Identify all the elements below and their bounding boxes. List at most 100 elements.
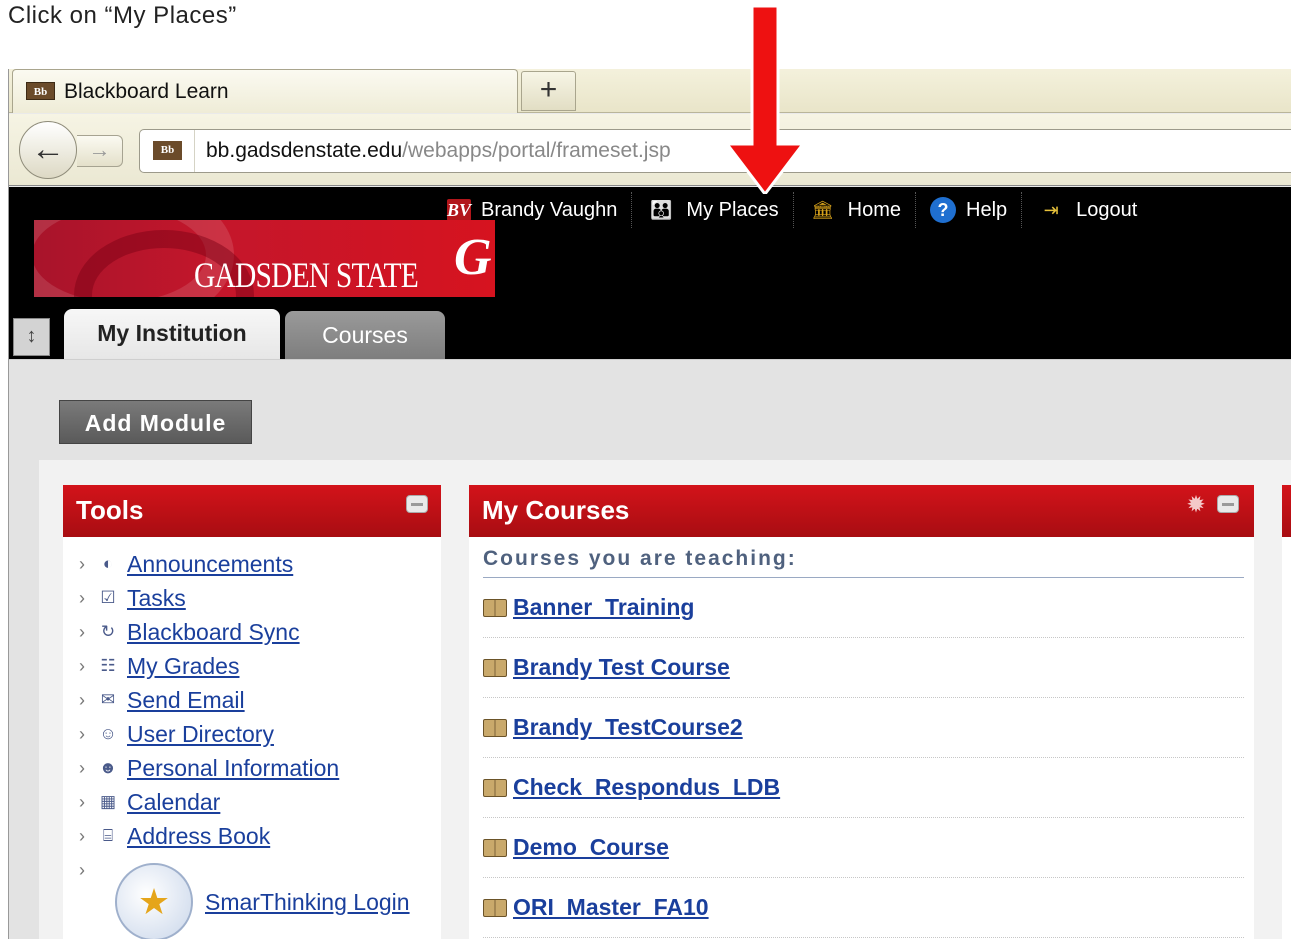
tool-item: › ☻ Personal Information: [79, 751, 441, 785]
course-list: Banner_Training Brandy Test Course Brandy_…: [483, 578, 1244, 938]
home-link[interactable]: 🏛 Home: [794, 192, 917, 228]
site-identity-icon[interactable]: Bb: [153, 141, 182, 160]
address-book-icon: ⌸: [102, 826, 114, 845]
back-forward-group: ← →: [19, 121, 135, 179]
logo-text: GADSDEN STATE: [194, 255, 419, 295]
tool-item: › ☺ User Directory: [79, 717, 441, 751]
tool-item: › ✉ Send Email: [79, 683, 441, 717]
help-link[interactable]: ? Help: [916, 192, 1023, 228]
course-link[interactable]: Demo_Course: [513, 834, 669, 861]
logo-mark-icon: G: [454, 229, 492, 286]
logout-label: Logout: [1076, 198, 1138, 221]
tool-link[interactable]: Send Email: [127, 687, 245, 714]
course-item: Check_Respondus_LDB: [483, 758, 1244, 818]
module-area: Tools › ◐ Announcements › ☑ Tasks › ↻ Blackboard…: [39, 460, 1291, 939]
my-places-icon: 👪: [650, 200, 673, 220]
calendar-icon: ▦: [99, 792, 117, 811]
tab-bar: ↕ My Institution Courses: [9, 309, 1291, 360]
tab-my-institution[interactable]: My Institution: [64, 309, 280, 360]
url-host: bb.gadsdenstate.edu: [206, 139, 403, 162]
tool-item: › ↻ Blackboard Sync: [79, 615, 441, 649]
chevron-right-icon: ›: [79, 655, 85, 676]
chevron-right-icon: ›: [79, 791, 85, 812]
chevron-right-icon: ›: [79, 587, 85, 608]
my-courses-module-header: My Courses ✹: [469, 485, 1254, 537]
browser-tab[interactable]: Bb Blackboard Learn: [12, 69, 518, 113]
smarthinking-badge-icon[interactable]: ★: [115, 863, 193, 939]
book-icon: [483, 598, 507, 617]
tool-link[interactable]: Announcements: [127, 551, 293, 578]
chevron-right-icon: ›: [79, 859, 85, 880]
my-courses-module: My Courses ✹ Courses you are teaching: B…: [469, 485, 1254, 939]
add-module-button[interactable]: Add Module: [59, 400, 252, 444]
course-link[interactable]: Banner_Training: [513, 594, 694, 621]
url-path: /webapps/portal/frameset.jsp: [402, 139, 671, 162]
url-text[interactable]: bb.gadsdenstate.edu/webapps/portal/frame…: [206, 139, 671, 163]
course-link[interactable]: Brandy Test Course: [513, 654, 730, 681]
expand-icon: ↕: [26, 325, 37, 347]
clipboard-icon: ☑: [100, 588, 116, 607]
third-module-header: [1282, 485, 1291, 537]
tool-link[interactable]: Address Book: [127, 823, 270, 850]
my-places-label: My Places: [686, 198, 779, 221]
book-icon: [483, 838, 507, 857]
navigation-bar: ← → Bb bb.gadsdenstate.edu/webapps/porta…: [9, 114, 1291, 186]
forward-arrow-icon: →: [88, 137, 111, 162]
chevron-right-icon: ›: [79, 689, 85, 710]
courses-subheading: Courses you are teaching:: [483, 547, 1244, 578]
tool-link[interactable]: My Grades: [127, 653, 239, 680]
tools-module-header: Tools: [63, 485, 441, 537]
help-label: Help: [966, 198, 1008, 221]
minimize-icon[interactable]: [406, 495, 428, 513]
tab-courses[interactable]: Courses: [285, 311, 445, 360]
browser-tab-strip: Bb Blackboard Learn +: [9, 69, 1291, 113]
tools-module-title: Tools: [76, 495, 144, 525]
tool-item: › ▦ Calendar: [79, 785, 441, 819]
address-bar[interactable]: Bb bb.gadsdenstate.edu/webapps/portal/fr…: [139, 129, 1291, 173]
forward-button[interactable]: →: [77, 135, 123, 167]
third-module: [1282, 485, 1291, 939]
expand-collapse-header-button[interactable]: ↕: [13, 318, 50, 356]
chevron-right-icon: ›: [79, 757, 85, 778]
back-button[interactable]: ←: [19, 121, 77, 179]
logout-link[interactable]: ⇥ Logout: [1022, 192, 1151, 228]
tools-list: › ◐ Announcements › ☑ Tasks › ↻ Blackboard Sync ›…: [63, 537, 441, 887]
tool-link[interactable]: Blackboard Sync: [127, 619, 300, 646]
blackboard-header: BV Brandy Vaughn 👪 My Places 🏛 Home ? He…: [9, 187, 1291, 360]
course-link[interactable]: Brandy_TestCourse2: [513, 714, 743, 741]
user-avatar-icon: BV: [447, 199, 472, 221]
directory-icon: ☺: [99, 724, 117, 743]
tool-link[interactable]: User Directory: [127, 721, 274, 748]
chevron-right-icon: ›: [79, 553, 85, 574]
smarthinking-login-link[interactable]: SmarThinking Login: [205, 889, 410, 916]
smarthinking-login: ★ SmarThinking Login: [115, 863, 410, 939]
minimize-icon[interactable]: [1217, 495, 1239, 513]
browser-tab-title: Blackboard Learn: [64, 80, 229, 103]
my-places-link[interactable]: 👪 My Places: [632, 192, 794, 228]
tool-link[interactable]: Tasks: [127, 585, 186, 612]
tool-item: › ⌸ Address Book: [79, 819, 441, 853]
course-item: Banner_Training: [483, 578, 1244, 638]
course-link[interactable]: Check_Respondus_LDB: [513, 774, 780, 801]
megaphone-icon: ◐: [102, 554, 114, 573]
home-label: Home: [847, 198, 902, 221]
tool-item: › ☑ Tasks: [79, 581, 441, 615]
tool-item: › ◐ Announcements: [79, 547, 441, 581]
course-item: ORI_Master_FA10: [483, 878, 1244, 938]
help-icon: ?: [930, 197, 957, 223]
sync-icon: ↻: [100, 622, 116, 641]
chevron-right-icon: ›: [79, 621, 85, 642]
new-tab-button[interactable]: +: [521, 71, 576, 111]
logout-icon: ⇥: [1043, 200, 1059, 220]
red-arrow-annotation: [725, 6, 805, 194]
course-link[interactable]: ORI_Master_FA10: [513, 894, 709, 921]
envelope-icon: ✉: [100, 690, 116, 709]
course-item: Brandy_TestCourse2: [483, 698, 1244, 758]
tool-link[interactable]: Personal Information: [127, 755, 339, 782]
chevron-right-icon: ›: [79, 825, 85, 846]
grades-icon: ☷: [100, 656, 116, 675]
institution-logo: GADSDEN STATE G: [34, 220, 495, 297]
gear-icon[interactable]: ✹: [1185, 494, 1207, 516]
tool-link[interactable]: Calendar: [127, 789, 220, 816]
book-icon: [483, 778, 507, 797]
